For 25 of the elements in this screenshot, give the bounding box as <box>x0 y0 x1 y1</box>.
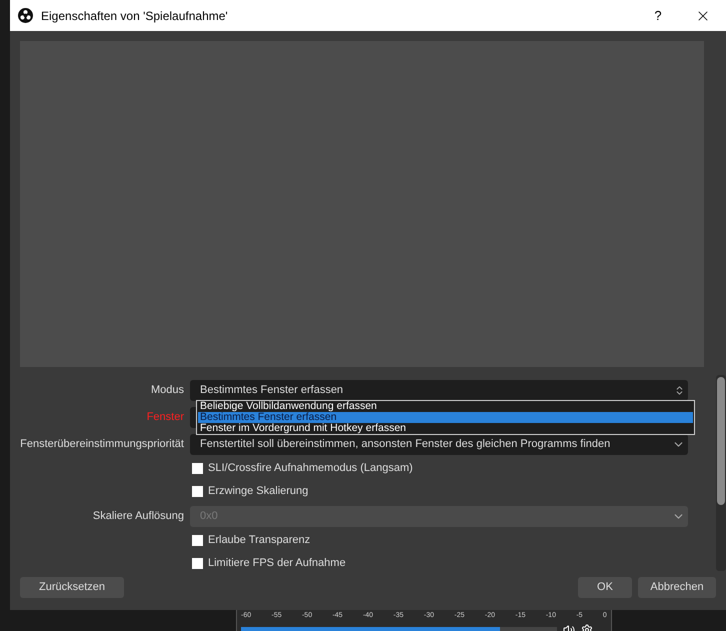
ok-button[interactable]: OK <box>578 577 632 598</box>
window-title: Eigenschaften von 'Spielaufnahme' <box>41 8 229 24</box>
select-field[interactable]: Bestimmtes Fenster erfassen <box>190 380 688 400</box>
app-logo-icon <box>18 8 33 23</box>
field-label: Modus <box>150 382 184 398</box>
reset-button[interactable]: Zurücksetzen <box>20 577 124 598</box>
cancel-button[interactable]: Abbrechen <box>638 577 716 598</box>
select-field[interactable]: Fenstertitel soll übereinstimmen, ansonsten Fenster des gleichen Programms finden <box>190 434 688 454</box>
scrollbar[interactable] <box>716 375 726 571</box>
checkbox-label: Limitiere FPS der Aufnahme <box>208 556 346 572</box>
field-label: Fensterübereinstimmungspriorität <box>20 436 184 452</box>
spinner-arrows-icon <box>674 384 685 396</box>
dropdown-option[interactable]: Beliebige Vollbildanwendung erfassen <box>198 401 693 412</box>
field-label: Fenster <box>146 410 184 425</box>
checkbox[interactable] <box>192 535 203 546</box>
field-label: Skaliere Auflösung <box>92 508 184 524</box>
dropdown-option[interactable]: Bestimmtes Fenster erfassen <box>198 412 693 423</box>
checkbox[interactable] <box>192 558 203 569</box>
checkbox[interactable] <box>192 463 203 474</box>
checkbox-label: Erzwinge Skalierung <box>208 484 308 500</box>
checkbox-label: Erlaube Transparenz <box>208 533 310 548</box>
dropdown-option[interactable]: Fenster im Vordergrund mit Hotkey erfassen <box>198 423 693 434</box>
checkbox[interactable] <box>192 486 203 497</box>
checkbox-label: SLI/Crossfire Aufnahmemodus (Langsam) <box>208 461 413 476</box>
help-button[interactable]: ? <box>636 0 680 31</box>
